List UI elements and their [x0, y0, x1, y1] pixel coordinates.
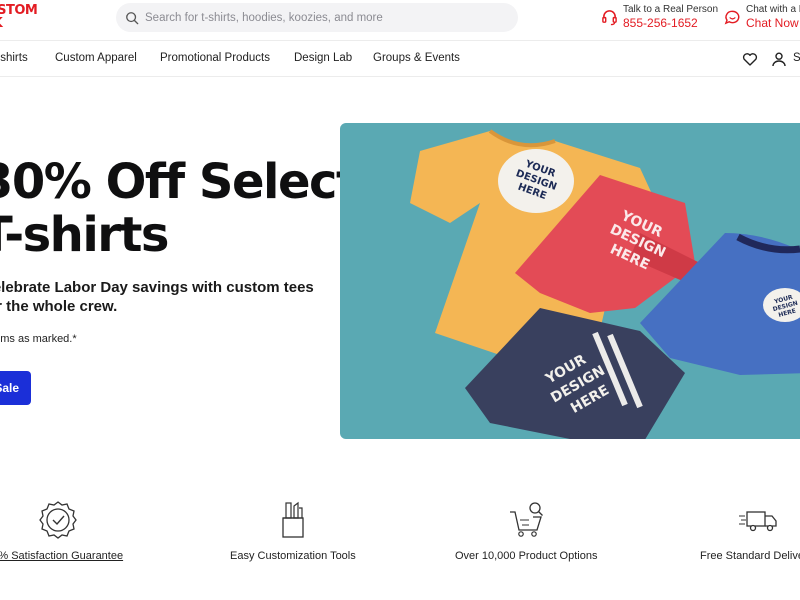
delivery-truck-icon: [739, 511, 777, 532]
tools-cup-icon: [282, 501, 304, 538]
chat-now-link[interactable]: Chat Now: [746, 16, 800, 31]
shop-sale-button[interactable]: Shop Sale: [0, 371, 31, 405]
nav-item-promotional-products[interactable]: Promotional Products: [160, 52, 270, 64]
headset-icon: [602, 10, 617, 26]
hero-disclaimer: Items as marked.*: [0, 333, 77, 345]
logo-line-2: INK: [0, 17, 37, 30]
main-nav: T-shirts Custom Apparel Promotional Prod…: [0, 40, 800, 77]
hero-subtitle: Celebrate Labor Day savings with custom …: [0, 279, 314, 315]
feature-satisfaction-label[interactable]: 100% Satisfaction Guarantee: [0, 550, 123, 562]
hero-image[interactable]: YOUR DESIGN HERE YOUR DESIGN HERE YOUR D…: [340, 123, 800, 439]
search-icon: [126, 11, 139, 24]
phone-contact[interactable]: Talk to a Real Person 855-256-1652: [601, 4, 718, 31]
phone-number[interactable]: 855-256-1652: [623, 16, 718, 31]
chat-bubble-icon: [724, 10, 740, 25]
site-header: CUSTOM INK Talk to a Real Person 855-256…: [0, 0, 800, 40]
phone-label: Talk to a Real Person: [623, 4, 719, 15]
chat-contact[interactable]: Chat with a R Chat Now: [724, 4, 800, 31]
badge-check-icon: [39, 501, 77, 539]
search-input[interactable]: [145, 11, 495, 24]
nav-item-design-lab[interactable]: Design Lab: [294, 52, 352, 64]
feature-delivery-label: Free Standard Delivery: [700, 550, 800, 562]
heart-icon[interactable]: [742, 51, 758, 67]
folded-shirts-illustration: YOUR DESIGN HERE YOUR DESIGN HERE YOUR D…: [410, 129, 800, 439]
user-icon[interactable]: [771, 51, 787, 67]
feature-product-options-label: Over 10,000 Product Options: [455, 550, 598, 562]
hero-title: 30% Off Select T-shirts: [0, 154, 359, 263]
sign-in-link[interactable]: Si: [793, 52, 800, 64]
nav-item-groups-events[interactable]: Groups & Events: [373, 52, 460, 64]
nav-item-tshirts[interactable]: T-shirts: [0, 52, 28, 64]
chat-label: Chat with a R: [746, 4, 800, 15]
cart-search-icon: [510, 502, 543, 537]
feature-customization-label: Easy Customization Tools: [230, 550, 356, 562]
hero-title-line-2: T-shirts: [0, 207, 170, 263]
search-bar[interactable]: [116, 3, 518, 32]
hero-title-line-1: 30% Off Select: [0, 154, 359, 210]
custom-ink-logo[interactable]: CUSTOM INK: [0, 3, 38, 30]
logo-line-1: CUSTOM: [0, 3, 38, 18]
nav-item-custom-apparel[interactable]: Custom Apparel: [55, 52, 137, 64]
